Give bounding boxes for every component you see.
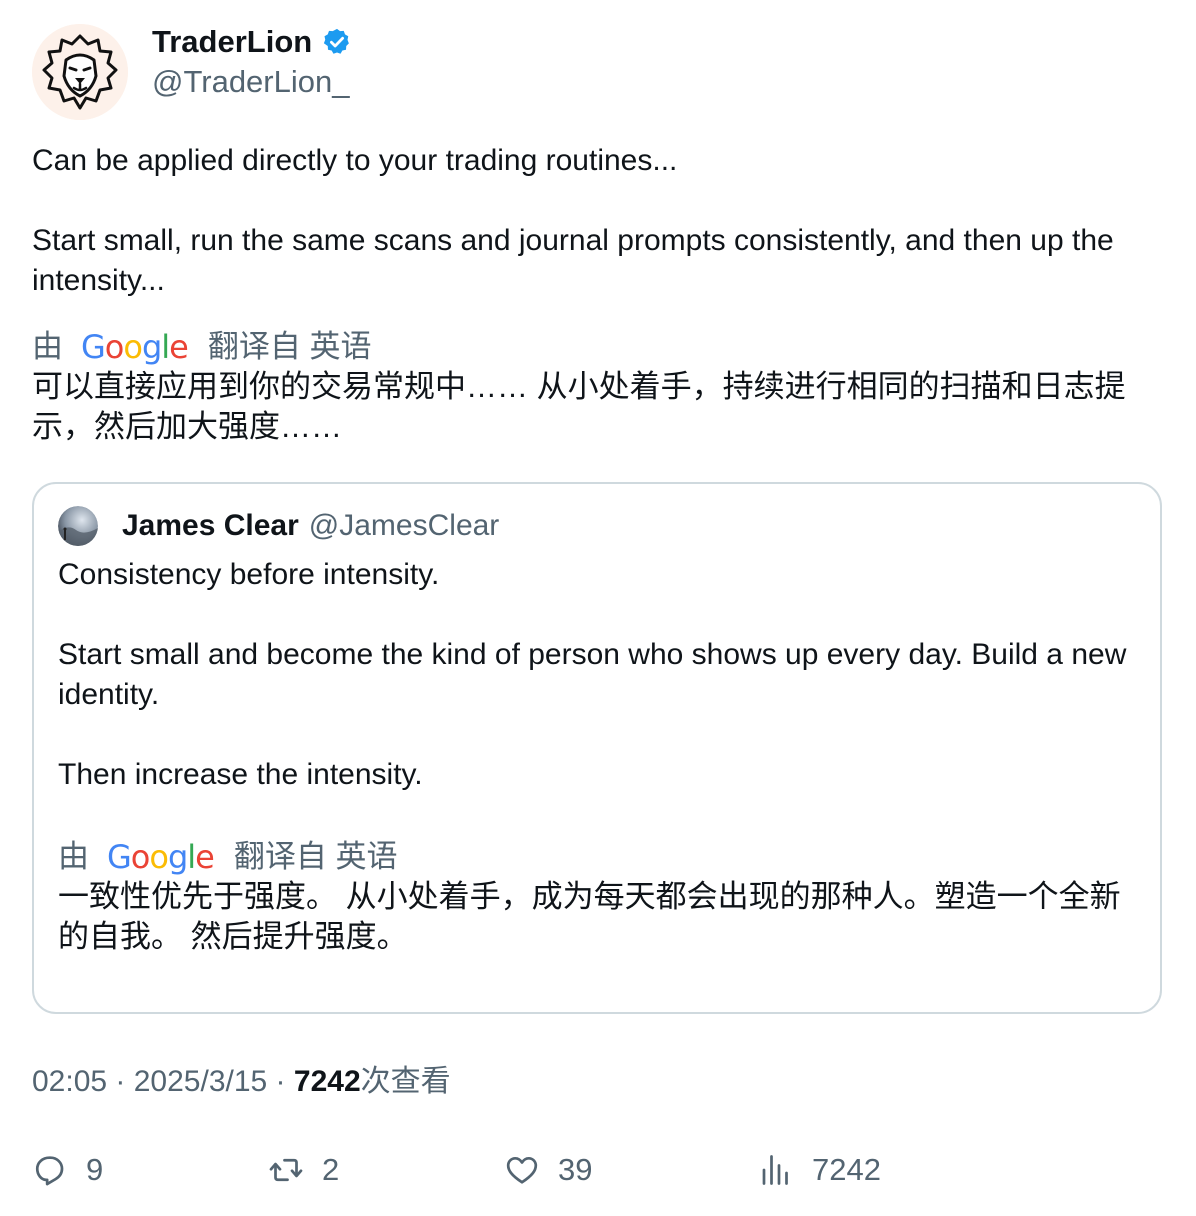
google-logo: Google: [107, 838, 215, 876]
like-count: 39: [558, 1152, 593, 1187]
translated-from-label: 翻译自 英语: [207, 329, 372, 364]
meta-separator: ·: [267, 1065, 294, 1098]
quoted-translation: 由 Google 翻译自 英语 一致性优先于强度。 从小处着手，成为每天都会出现…: [58, 837, 1148, 957]
tweet-meta: 02:05 · 2025/3/15 · 7242次查看: [32, 1062, 451, 1102]
lion-logo-icon: [32, 24, 128, 120]
views-count: 7242: [293, 1065, 361, 1098]
author-name-text[interactable]: TraderLion: [152, 24, 312, 60]
quoted-tweet[interactable]: James Clear @JamesClear Consistency befo…: [32, 482, 1162, 1014]
verified-badge-icon[interactable]: [322, 27, 352, 57]
translated-text: 可以直接应用到你的交易常规中…… 从小处着手，持续进行相同的扫描和日志提示，然后…: [32, 369, 1126, 444]
quoted-author-name[interactable]: James Clear: [122, 509, 299, 543]
author-name[interactable]: TraderLion: [152, 24, 352, 60]
meta-separator: ·: [107, 1065, 134, 1098]
quoted-author-avatar: [58, 506, 98, 546]
translated-by-label: 由: [32, 329, 63, 364]
quoted-paragraph: Start small and become the kind of perso…: [58, 638, 1127, 711]
heart-icon: [506, 1156, 538, 1184]
reply-count: 9: [86, 1152, 104, 1187]
action-bar: 9 2 39 7242: [32, 1148, 1164, 1192]
quoted-author-handle[interactable]: @JamesClear: [309, 509, 500, 543]
views-label: 次查看: [360, 1065, 451, 1098]
tweet-text: Can be applied directly to your trading …: [32, 141, 1164, 301]
tweet-paragraph: Start small, run the same scans and jour…: [32, 224, 1114, 297]
author-avatar[interactable]: [32, 24, 128, 120]
retweet-icon: [269, 1158, 303, 1182]
views-button[interactable]: 7242: [758, 1148, 881, 1192]
tweet-time[interactable]: 02:05: [32, 1065, 107, 1098]
quoted-paragraph: Then increase the intensity.: [58, 758, 423, 791]
translated-by-label: 由: [58, 839, 89, 874]
translated-text: 一致性优先于强度。 从小处着手，成为每天都会出现的那种人。塑造一个全新的自我。 …: [58, 879, 1121, 954]
quoted-tweet-header: James Clear @JamesClear: [58, 506, 499, 546]
translated-from-label: 翻译自 英语: [233, 839, 398, 874]
reply-icon: [35, 1156, 64, 1186]
reply-button[interactable]: 9: [32, 1148, 103, 1192]
quoted-paragraph: Consistency before intensity.: [58, 558, 440, 591]
quoted-tweet-text: Consistency before intensity. Start smal…: [58, 555, 1148, 795]
views-action-count: 7242: [812, 1152, 881, 1187]
like-button[interactable]: 39: [504, 1148, 592, 1192]
analytics-icon: [762, 1155, 788, 1185]
tweet-header: TraderLion @TraderLion_: [32, 24, 632, 124]
tweet-paragraph: Can be applied directly to your trading …: [32, 144, 678, 177]
author-handle[interactable]: @TraderLion_: [152, 64, 349, 100]
translation-attribution: 由 Google 翻译自 英语: [58, 837, 1148, 877]
tweet-date[interactable]: 2025/3/15: [134, 1065, 267, 1098]
retweet-count: 2: [322, 1152, 340, 1187]
translation-attribution: 由 Google 翻译自 英语: [32, 327, 1172, 367]
retweet-button[interactable]: 2: [268, 1148, 339, 1192]
google-logo: Google: [81, 328, 189, 366]
tweet-translation: 由 Google 翻译自 英语 可以直接应用到你的交易常规中…… 从小处着手，持…: [32, 327, 1172, 447]
